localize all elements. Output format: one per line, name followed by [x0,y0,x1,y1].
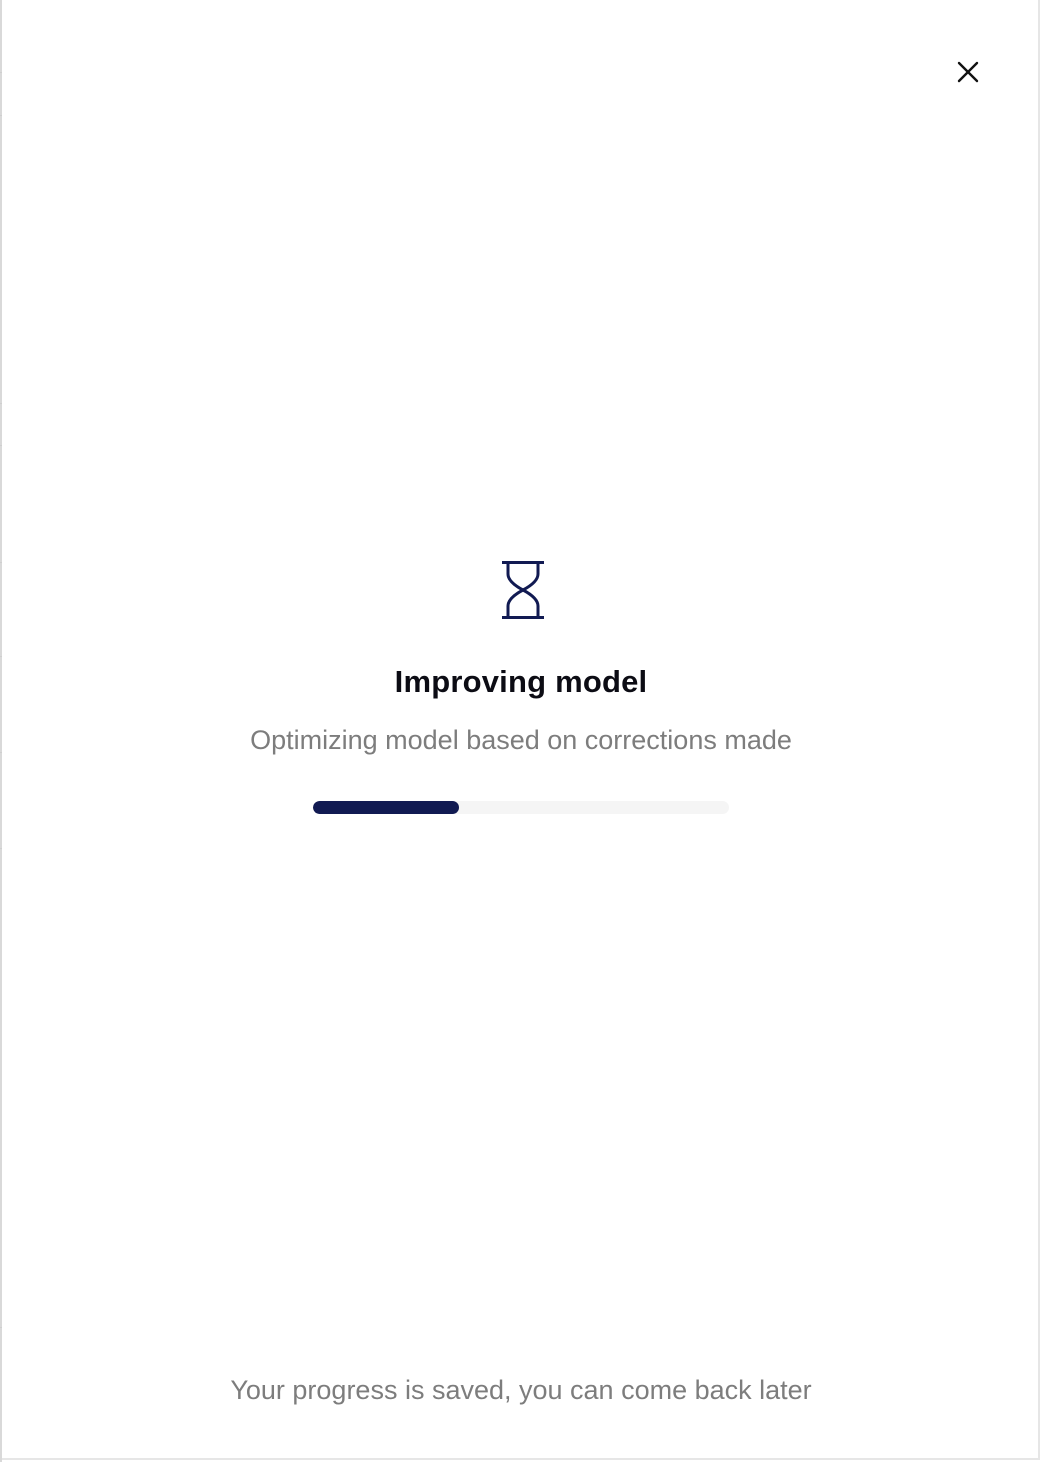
dialog-subtitle: Optimizing model based on corrections ma… [250,725,792,755]
dialog-title: Improving model [394,664,648,699]
close-icon [957,61,979,83]
progress-bar [313,801,729,814]
close-button[interactable] [950,54,986,90]
hourglass-icon [502,561,544,619]
improving-model-dialog: Improving model Optimizing model based o… [2,0,1040,1460]
progress-saved-note: Your progress is saved, you can come bac… [230,1375,812,1405]
progress-bar-fill [313,801,459,814]
page: Improving model Optimizing model based o… [0,0,1042,1462]
